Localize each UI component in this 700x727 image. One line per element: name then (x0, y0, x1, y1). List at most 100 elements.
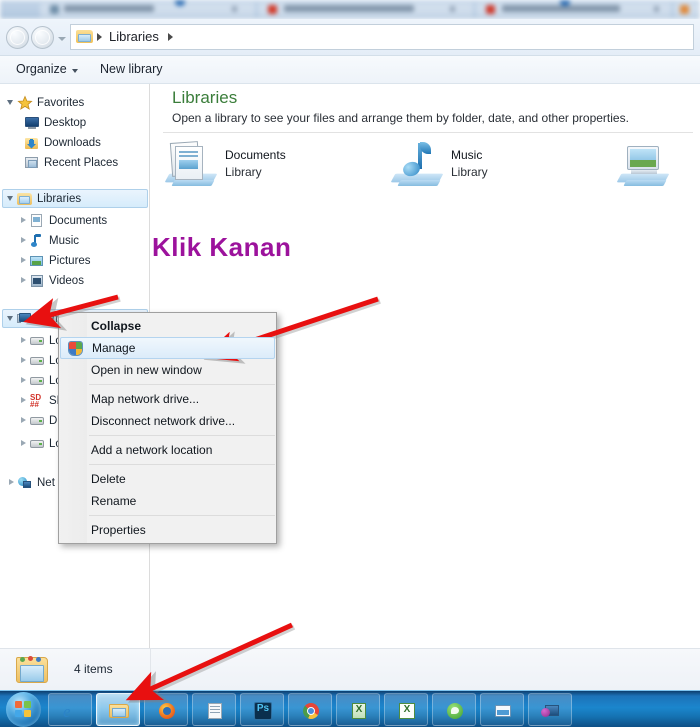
music-library-icon (29, 233, 45, 249)
sidebar-label-pictures: Pictures (49, 254, 91, 267)
taskbar-button-chrome[interactable] (288, 693, 332, 726)
notepad-icon (205, 702, 225, 720)
context-menu-item-disconnect-network-drive[interactable]: Disconnect network drive... (59, 410, 276, 432)
breadcrumb-separator-icon-2[interactable] (168, 33, 173, 41)
sidebar-group-libraries[interactable]: Libraries (2, 189, 148, 208)
context-menu: Collapse Manage Open in new window Map n… (58, 312, 277, 544)
sidebar-item-desktop[interactable]: Desktop (24, 113, 86, 132)
excel-sheet-icon: X (397, 702, 417, 720)
context-menu-label-map-network-drive: Map network drive... (91, 392, 200, 406)
status-bar: 4 items (0, 648, 700, 691)
windows-explorer-icon (109, 702, 129, 720)
expander-closed-icon[interactable] (18, 215, 29, 226)
network-icon (17, 475, 33, 491)
sidebar-item-recent-places[interactable]: Recent Places (24, 153, 118, 172)
library-item-documents[interactable]: Documents Library (164, 140, 395, 200)
shield-icon (68, 341, 83, 356)
sidebar-label-recent-places: Recent Places (44, 156, 119, 169)
drive-icon (29, 436, 45, 452)
expander-closed-icon[interactable] (18, 255, 29, 266)
sidebar-label-documents: Documents (49, 214, 108, 227)
taskbar-button-paint[interactable] (480, 693, 524, 726)
expander-closed-icon[interactable] (18, 335, 29, 346)
sidebar-item-drive-3[interactable]: Lo (18, 371, 62, 390)
taskbar-button-excel-spreadsheet[interactable]: X (384, 693, 428, 726)
context-menu-item-add-network-location[interactable]: Add a network location (59, 439, 276, 461)
sidebar-item-drive-2[interactable]: Lo (18, 351, 62, 370)
context-menu-item-map-network-drive[interactable]: Map network drive... (59, 388, 276, 410)
context-menu-item-rename[interactable]: Rename (59, 490, 276, 512)
sidebar-label-dvd-drive: D (49, 414, 58, 427)
new-library-button[interactable]: New library (100, 62, 163, 76)
expander-open-icon[interactable] (6, 193, 17, 204)
sidebar-item-drive-4[interactable]: Lo (18, 434, 62, 453)
expander-open-icon[interactable] (6, 313, 17, 324)
context-menu-item-open-in-new-window[interactable]: Open in new window (59, 359, 276, 381)
expander-closed-icon[interactable] (6, 477, 17, 488)
library-item-music[interactable]: Music Library (390, 140, 621, 200)
photoshop-icon: Ps (253, 702, 273, 720)
organize-button[interactable]: Organize (16, 62, 67, 76)
dvd-drive-icon (29, 413, 45, 429)
context-menu-item-delete[interactable]: Delete (59, 468, 276, 490)
sidebar-label-downloads: Downloads (44, 136, 101, 149)
chevron-down-icon[interactable] (58, 37, 66, 41)
sidebar-item-downloads[interactable]: Downloads (24, 133, 101, 152)
taskbar-button-whatsapp[interactable] (432, 693, 476, 726)
expander-closed-icon[interactable] (18, 235, 29, 246)
breadcrumb-libraries[interactable]: Libraries (109, 29, 159, 44)
star-icon (17, 94, 33, 111)
annotation-klik-kanan: Klik Kanan (152, 232, 292, 262)
expander-closed-icon[interactable] (18, 355, 29, 366)
context-menu-label-disconnect-network-drive: Disconnect network drive... (91, 414, 236, 428)
address-bar: Libraries (0, 19, 700, 56)
expander-open-icon[interactable] (6, 97, 17, 108)
svg-text:e: e (63, 702, 71, 720)
drive-icon (29, 373, 45, 389)
internet-explorer-icon: e (61, 702, 81, 721)
expander-closed-icon[interactable] (18, 415, 29, 426)
expander-closed-icon[interactable] (18, 375, 29, 386)
music-library-icon (390, 140, 445, 190)
breadcrumb-bar[interactable]: Libraries (70, 24, 694, 50)
windows-start-orb-icon[interactable] (6, 692, 41, 727)
taskbar-button-windows-explorer[interactable] (96, 693, 140, 726)
screen-root: Libraries Organize New library Favorites (0, 0, 700, 727)
taskbar-button-firefox[interactable] (144, 693, 188, 726)
libraries-folder-icon (14, 653, 52, 687)
sidebar-label-libraries: Libraries (37, 192, 82, 205)
sidebar-item-videos[interactable]: Videos (18, 271, 84, 290)
taskbar-button-network-monitor[interactable] (528, 693, 572, 726)
context-menu-item-properties[interactable]: Properties (59, 519, 276, 541)
status-bar-divider (150, 649, 151, 691)
context-menu-separator-3 (89, 464, 275, 465)
sidebar-item-documents[interactable]: Documents (18, 211, 107, 230)
library-item-pictures[interactable] (616, 140, 700, 200)
sidebar-label-network: Net (37, 476, 55, 489)
expander-closed-icon[interactable] (18, 395, 29, 406)
pictures-library-icon (29, 253, 45, 269)
back-arrow-icon[interactable] (6, 26, 29, 49)
sidebar-item-drive-1[interactable]: Lo (18, 331, 62, 350)
computer-icon (17, 311, 33, 327)
taskbar-button-photoshop[interactable]: Ps (240, 693, 284, 726)
command-bar: Organize New library (0, 56, 700, 84)
context-menu-item-collapse[interactable]: Collapse (59, 315, 276, 337)
forward-arrow-icon[interactable] (31, 26, 54, 49)
taskbar-button-excel-green[interactable]: X (336, 693, 380, 726)
taskbar-button-notepad[interactable] (192, 693, 236, 726)
context-menu-separator-4 (89, 515, 275, 516)
expander-closed-icon[interactable] (18, 275, 29, 286)
sidebar-group-favorites[interactable]: Favorites (6, 93, 84, 112)
whatsapp-icon (445, 702, 465, 720)
drive-icon (29, 333, 45, 349)
context-menu-item-manage[interactable]: Manage (60, 337, 275, 359)
chevron-down-icon[interactable] (72, 69, 78, 73)
sidebar-item-music[interactable]: Music (18, 231, 79, 250)
taskbar: e Ps X X (0, 690, 700, 727)
sidebar-item-dvd-drive[interactable]: D (18, 411, 57, 430)
expander-closed-icon[interactable] (18, 438, 29, 449)
sidebar-group-network[interactable]: Net (6, 473, 55, 492)
taskbar-button-internet-explorer[interactable]: e (48, 693, 92, 726)
sidebar-item-pictures[interactable]: Pictures (18, 251, 91, 270)
